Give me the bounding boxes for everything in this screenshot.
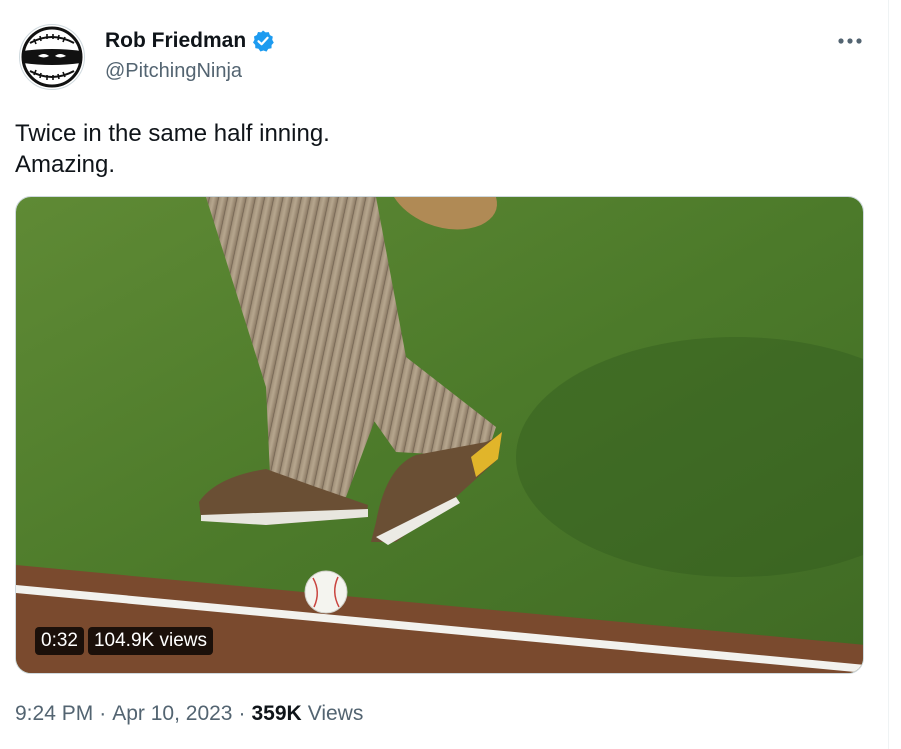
meta-separator: · (238, 702, 246, 725)
tweet-text: Twice in the same half inning. Amazing. (15, 118, 865, 180)
tweet-card: Rob Friedman @PitchingNinja Twice in the… (0, 0, 901, 749)
views-label: Views (307, 702, 364, 725)
verified-badge-icon (251, 29, 275, 53)
author-name[interactable]: Rob Friedman (105, 29, 246, 53)
tweet-meta: 9:24 PM · Apr 10, 2023 · 359K Views (15, 702, 363, 726)
video-duration-badge: 0:32 (35, 627, 84, 655)
tweet-text-line: Twice in the same half inning. (15, 120, 330, 147)
tweet-text-line: Amazing. (15, 151, 116, 178)
video-frame (16, 197, 863, 673)
views-count: 359K (251, 702, 302, 725)
ellipsis-icon (838, 38, 862, 44)
author-handle[interactable]: @PitchingNinja (105, 60, 242, 83)
video-player[interactable]: 0:32 104.9K views (15, 196, 864, 674)
ninja-baseball-avatar-icon (21, 26, 83, 88)
author-name-row[interactable]: Rob Friedman (105, 28, 275, 54)
column-divider (888, 0, 889, 749)
avatar[interactable] (19, 24, 85, 90)
more-options-button[interactable] (832, 26, 868, 56)
video-views-badge: 104.9K views (87, 627, 213, 655)
meta-separator: · (99, 702, 107, 725)
video-badges: 0:32 104.9K views (35, 627, 213, 655)
tweet-time-link[interactable]: 9:24 PM (15, 702, 93, 726)
tweet-date-link[interactable]: Apr 10, 2023 (112, 702, 232, 726)
